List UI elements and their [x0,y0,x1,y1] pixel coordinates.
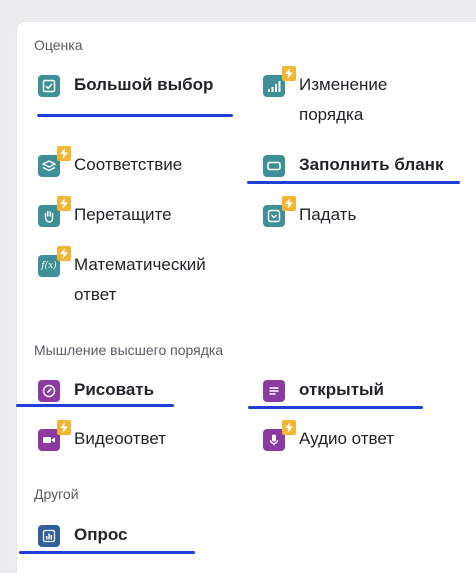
bar-chart-icon [38,525,60,547]
item-drag[interactable]: Перетащите [38,196,172,230]
item-fill-blank[interactable]: Заполнить бланк [263,154,443,180]
lightning-icon [57,246,71,261]
lightning-icon [57,196,71,211]
lightning-icon [282,420,296,435]
checkbox-icon [38,75,60,97]
pencil-icon [38,380,60,402]
item-drop[interactable]: Падать [263,196,356,230]
annotation-underline [19,551,195,554]
annotation-underline [248,406,423,409]
text-lines-icon [263,380,285,402]
item-label: Большой выбор [74,75,214,94]
item-math[interactable]: f(x) Математический ответ [38,246,234,310]
item-draw[interactable]: Рисовать [38,379,154,405]
lightning-icon [282,196,296,211]
item-label: Перетащите [74,205,172,224]
item-label: Аудио ответ [299,429,395,448]
annotation-underline [37,114,233,117]
item-label: Математический ответ [74,255,206,304]
item-label: Рисовать [74,380,155,399]
item-label: Видеоответ [74,429,167,448]
section-title-assessment: Оценка [34,37,83,53]
item-open[interactable]: открытый [263,379,384,405]
item-audio[interactable]: Аудио ответ [263,420,394,454]
item-label: Опрос [74,525,128,544]
item-multiple-choice[interactable]: Большой выбор [38,74,213,100]
item-label: Падать [299,205,357,224]
item-label: Соответствие [74,155,183,174]
section-title-other: Другой [34,486,79,502]
lightning-icon [57,420,71,435]
lightning-icon [282,66,296,81]
item-reorder[interactable]: Изменение порядка [263,66,409,130]
item-label: Изменение порядка [299,75,388,124]
item-label: Заполнить бланк [299,155,444,174]
item-poll[interactable]: Опрос [38,524,128,550]
item-video[interactable]: Видеоответ [38,420,166,454]
item-match[interactable]: Соответствие [38,146,182,180]
input-box-icon [263,155,285,177]
section-title-higher-order: Мышление высшего порядка [34,342,224,358]
annotation-underline [16,404,174,407]
annotation-underline [247,181,460,184]
lightning-icon [57,146,71,161]
item-label: открытый [299,380,384,399]
